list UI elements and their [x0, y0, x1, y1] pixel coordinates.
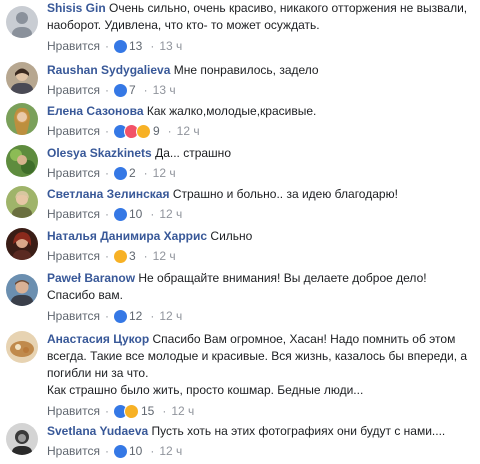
separator: · — [143, 166, 148, 180]
comment-text: Не обращайте внимания! Вы делаете доброе… — [138, 271, 427, 285]
reaction-count: 2 — [128, 166, 136, 180]
comment-author[interactable]: Olesya Skazkinets — [47, 146, 152, 160]
like-icon — [113, 83, 127, 97]
avatar[interactable] — [6, 6, 38, 38]
reaction-count: 3 — [128, 249, 136, 263]
timestamp[interactable]: 12 ч — [177, 124, 200, 138]
timestamp[interactable]: 13 ч — [159, 39, 182, 53]
like-icon — [113, 309, 127, 323]
separator: · — [104, 83, 109, 97]
avatar[interactable] — [6, 423, 38, 455]
comment-text: Сильно — [210, 229, 253, 243]
comment-author[interactable]: Shisis Gin — [47, 1, 106, 15]
separator: · — [104, 39, 109, 53]
separator: · — [104, 166, 109, 180]
reactions[interactable]: 7 — [113, 83, 136, 97]
comment-text: Да... страшно — [155, 146, 231, 160]
reaction-count: 12 — [128, 309, 143, 323]
sad-icon — [135, 123, 151, 139]
separator: · — [104, 124, 109, 138]
comment-text: всегда. Такие все молодые и красивые. Вс… — [47, 349, 468, 363]
separator: · — [167, 124, 172, 138]
separator: · — [104, 404, 109, 418]
reactions[interactable]: 10 — [113, 207, 143, 221]
reaction-count: 15 — [140, 404, 155, 418]
separator: · — [104, 207, 109, 221]
reaction-count: 10 — [128, 444, 143, 458]
avatar[interactable] — [6, 274, 38, 306]
timestamp[interactable]: 12 ч — [153, 166, 176, 180]
like-button[interactable]: Нравится — [47, 404, 100, 418]
avatar[interactable] — [6, 62, 38, 94]
separator: · — [150, 309, 155, 323]
comment-author[interactable]: Paweł Baranow — [47, 271, 135, 285]
reactions[interactable]: 15 — [113, 403, 155, 419]
comment-author[interactable]: Наталья Данимира Харрис — [47, 229, 207, 243]
timestamp[interactable]: 12 ч — [171, 404, 194, 418]
separator: · — [143, 249, 148, 263]
comment-text: Как жалко,молодые,красивые. — [146, 104, 317, 118]
like-button[interactable]: Нравится — [47, 444, 100, 458]
comment-text: Спасибо Вам огромное, Хасан! Надо помнит… — [152, 332, 456, 346]
separator: · — [162, 404, 167, 418]
like-button[interactable]: Нравится — [47, 83, 100, 97]
like-button[interactable]: Нравится — [47, 39, 100, 53]
avatar[interactable] — [6, 145, 38, 177]
comment-text: погибли ни за что. — [47, 366, 149, 380]
separator: · — [104, 249, 109, 263]
avatar[interactable] — [6, 331, 38, 363]
like-icon — [113, 207, 127, 221]
timestamp[interactable]: 12 ч — [159, 309, 182, 323]
reaction-count: 9 — [152, 124, 160, 138]
comment-text: Как страшно было жить, просто кошмар. Бе… — [47, 383, 364, 397]
reactions[interactable]: 2 — [113, 166, 136, 180]
like-button[interactable]: Нравится — [47, 166, 100, 180]
comment-text: Пусть хоть на этих фотографиях они будут… — [151, 424, 446, 438]
comment-author[interactable]: Анастасия Цукор — [47, 332, 149, 346]
comments-list: Shisis Gin Очень сильно, очень красиво, … — [0, 0, 480, 464]
comment-author[interactable]: Светлана Зелинская — [47, 187, 169, 201]
sad-icon — [113, 249, 127, 263]
comment-text: Мне понравилось, задело — [173, 63, 319, 77]
separator: · — [150, 444, 155, 458]
timestamp[interactable]: 13 ч — [153, 83, 176, 97]
timestamp[interactable]: 12 ч — [159, 444, 182, 458]
reaction-count: 10 — [128, 207, 143, 221]
reactions[interactable]: 3 — [113, 249, 136, 263]
comment-text: Страшно и больно.. за идею благодарю! — [172, 187, 398, 201]
timestamp[interactable]: 12 ч — [153, 249, 176, 263]
comment-author[interactable]: Елена Сазонова — [47, 104, 144, 118]
separator: · — [150, 39, 155, 53]
separator: · — [150, 207, 155, 221]
comment-text: Очень сильно, очень красиво, никакого от… — [109, 1, 468, 15]
like-button[interactable]: Нравится — [47, 124, 100, 138]
avatar[interactable] — [6, 228, 38, 260]
reactions[interactable]: 12 — [113, 309, 143, 323]
comment-text: Спасибо вам. — [47, 288, 123, 302]
avatar[interactable] — [6, 103, 38, 135]
reactions[interactable]: 13 — [113, 39, 143, 53]
like-button[interactable]: Нравится — [47, 249, 100, 263]
reaction-count: 7 — [128, 83, 136, 97]
sad-icon — [123, 403, 139, 419]
comment-author[interactable]: Raushan Sydygalieva — [47, 63, 170, 77]
separator: · — [104, 444, 109, 458]
like-button[interactable]: Нравится — [47, 207, 100, 221]
separator: · — [104, 309, 109, 323]
avatar[interactable] — [6, 186, 38, 218]
like-icon — [113, 39, 127, 53]
like-button[interactable]: Нравится — [47, 309, 100, 323]
timestamp[interactable]: 12 ч — [159, 207, 182, 221]
like-icon — [113, 444, 127, 458]
comment-text: наоборот. Удивлена, что кто- то может ос… — [47, 18, 320, 32]
separator: · — [143, 83, 148, 97]
like-icon — [113, 166, 127, 180]
reaction-count: 13 — [128, 39, 143, 53]
reactions[interactable]: 9 — [113, 123, 160, 139]
comment-author[interactable]: Svetlana Yudaeva — [47, 424, 148, 438]
reactions[interactable]: 10 — [113, 444, 143, 458]
